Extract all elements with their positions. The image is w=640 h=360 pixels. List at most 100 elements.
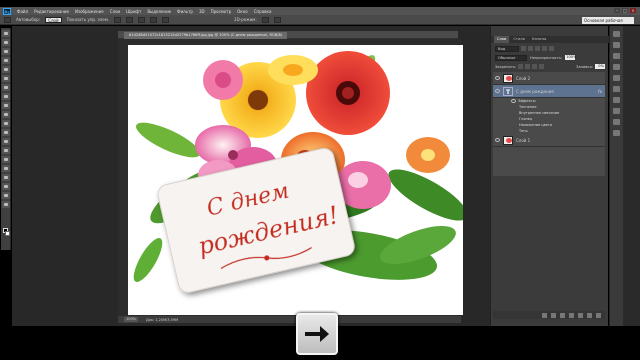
zoom-tool-icon[interactable] [2, 201, 10, 208]
zoom-level[interactable]: 100% [124, 317, 139, 322]
add-style-icon[interactable] [551, 312, 556, 318]
new-group-icon[interactable] [578, 312, 583, 318]
menu-3d[interactable]: 3D [199, 9, 205, 14]
layer-filter-row: Вид [495, 45, 605, 52]
type-tool-icon[interactable] [2, 165, 10, 172]
document-tab[interactable]: 61424Bd51072c1815215d2279b1766ff.jpg.jpg… [124, 32, 288, 39]
visibility-eye-icon[interactable] [495, 76, 500, 80]
crop-tool-icon[interactable] [2, 66, 10, 73]
menu-image[interactable]: Изображение [75, 9, 104, 14]
layer-row[interactable]: Слой 1 [493, 134, 605, 147]
layer-row[interactable]: Слой 2 [493, 72, 605, 85]
layer-kind-filter[interactable]: Вид [495, 45, 519, 52]
menu-layers[interactable]: Слои [110, 9, 120, 14]
swatches-panel-icon[interactable] [613, 42, 620, 48]
show-controls-label[interactable]: Показать упр. элем. [67, 17, 109, 22]
right-edge [623, 26, 640, 326]
tab-channels[interactable]: Каналы [528, 36, 550, 43]
filter-pixel-icon[interactable] [521, 46, 526, 51]
eraser-tool-icon[interactable] [2, 120, 10, 127]
adjustment-layer-icon[interactable] [569, 312, 574, 318]
visibility-eye-icon[interactable] [495, 89, 500, 93]
lock-position-icon[interactable] [532, 64, 538, 69]
opacity-input[interactable]: 100% [565, 55, 577, 60]
hand-tool-icon[interactable] [2, 192, 10, 199]
document-info[interactable]: Док: 1,20M/3,59M [146, 318, 178, 322]
effects-label: Эффекты [518, 99, 536, 103]
character-panel-icon[interactable] [613, 86, 620, 92]
history-brush-icon[interactable] [2, 111, 10, 118]
align-top-icon[interactable] [114, 16, 122, 23]
minimize-button[interactable]: – [614, 8, 620, 13]
visibility-eye-icon[interactable] [495, 138, 500, 142]
layer-name: Слой 2 [516, 75, 531, 81]
restore-button[interactable]: □ [622, 8, 628, 13]
properties-panel-icon[interactable] [613, 75, 620, 81]
paragraph-panel-icon[interactable] [613, 97, 620, 103]
menu-select[interactable]: Выделение [147, 9, 171, 14]
menu-edit[interactable]: Редактирование [34, 9, 69, 14]
effect-label: Наложение цвета [519, 123, 553, 127]
lock-transparent-icon[interactable] [518, 64, 524, 69]
brush-tool-icon[interactable] [2, 93, 10, 100]
dodge-tool-icon[interactable] [2, 147, 10, 154]
rotate-3d-icon[interactable] [261, 16, 269, 23]
tab-styles[interactable]: Стили [510, 36, 528, 43]
pen-tool-icon[interactable] [2, 156, 10, 163]
lasso-tool-icon[interactable] [2, 48, 10, 55]
autoselect-dropdown[interactable]: Слой [45, 16, 62, 23]
menu-help[interactable]: Справка [254, 9, 272, 14]
fill-input[interactable]: 0% [595, 64, 605, 69]
distribute-icon[interactable] [150, 16, 158, 23]
menu-type[interactable]: Шрифт [126, 9, 141, 14]
move-tool-icon[interactable] [2, 30, 10, 37]
path-select-icon[interactable] [2, 174, 10, 181]
align-bottom-icon[interactable] [138, 16, 146, 23]
lock-image-icon[interactable] [525, 64, 531, 69]
next-button[interactable] [296, 313, 338, 355]
move-tool-icon[interactable] [4, 16, 11, 23]
adjustments-panel-icon[interactable] [613, 53, 620, 59]
background-color-swatch[interactable] [5, 231, 10, 236]
visibility-eye-icon[interactable] [511, 99, 516, 103]
align-middle-icon[interactable] [126, 16, 134, 23]
quick-select-tool-icon[interactable] [2, 57, 10, 64]
layer-row-selected[interactable]: T С днем рождения fx [493, 85, 605, 98]
marquee-tool-icon[interactable] [2, 39, 10, 46]
stamp-tool-icon[interactable] [2, 102, 10, 109]
menu-file[interactable]: Файл [17, 9, 28, 14]
menu-view[interactable]: Просмотр [211, 9, 232, 14]
workspace-select[interactable]: Основная рабочая среда [582, 17, 634, 30]
filter-type-icon[interactable] [535, 46, 540, 51]
brush-panel-icon[interactable] [613, 108, 620, 114]
lock-all-icon[interactable] [539, 64, 545, 69]
tab-layers[interactable]: Слои [494, 36, 510, 43]
fx-icon[interactable]: fx [598, 89, 602, 94]
link-layers-icon[interactable] [542, 312, 547, 318]
document-canvas[interactable]: С днем рождения! [128, 45, 463, 315]
history-panel-icon[interactable] [613, 64, 620, 70]
blur-tool-icon[interactable] [2, 138, 10, 145]
filter-shape-icon[interactable] [542, 46, 547, 51]
blend-mode-dropdown[interactable]: Обычные [495, 54, 527, 61]
info-panel-icon[interactable] [613, 119, 620, 125]
add-mask-icon[interactable] [560, 312, 565, 318]
greeting-card: С днем рождения! [157, 148, 355, 293]
healing-tool-icon[interactable] [2, 84, 10, 91]
menu-filter[interactable]: Фильтр [177, 9, 193, 14]
pan-3d-icon[interactable] [273, 16, 281, 23]
eyedropper-tool-icon[interactable] [2, 75, 10, 82]
shape-tool-icon[interactable] [2, 183, 10, 190]
document-tab-bar: 61424Bd51072c1815215d2279b1766ff.jpg.jpg… [118, 31, 458, 39]
color-panel-icon[interactable] [613, 31, 620, 37]
bouquet-image: С днем рождения! [133, 51, 463, 293]
menu-window[interactable]: Окно [237, 9, 248, 14]
filter-adjust-icon[interactable] [528, 46, 533, 51]
distribute-h-icon[interactable] [162, 16, 170, 23]
filter-smart-icon[interactable] [549, 46, 554, 51]
new-layer-icon[interactable] [587, 312, 592, 318]
gradient-tool-icon[interactable] [2, 129, 10, 136]
navigator-panel-icon[interactable] [613, 130, 620, 136]
close-button[interactable]: × [630, 8, 636, 13]
trash-icon[interactable] [596, 312, 601, 318]
